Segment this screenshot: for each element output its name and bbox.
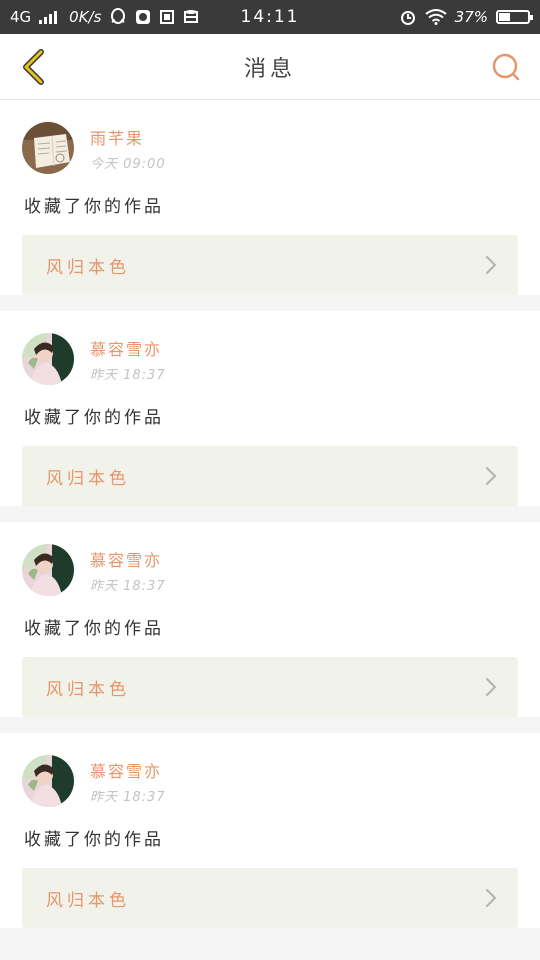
wifi-icon xyxy=(425,9,447,25)
username[interactable]: 雨芊果 xyxy=(90,125,166,149)
status-right: 37% xyxy=(399,8,533,26)
message-meta: 慕容雪亦 昨天 18:37 xyxy=(90,336,166,383)
network-label: 4G xyxy=(10,8,32,26)
storage-icon xyxy=(183,9,199,25)
chevron-right-icon xyxy=(485,466,497,486)
header: 消息 xyxy=(0,34,540,100)
avatar[interactable] xyxy=(22,755,74,807)
status-bar: 4G 0K/s 14:11 37% xyxy=(0,0,540,34)
work-link[interactable]: 风归本色 xyxy=(22,446,518,506)
speed-label: 0K/s xyxy=(69,8,102,26)
back-button[interactable] xyxy=(14,47,54,87)
avatar-image xyxy=(22,544,74,596)
message-time: 昨天 18:37 xyxy=(90,789,166,805)
avatar-image xyxy=(22,755,74,807)
chevron-right-icon xyxy=(485,888,497,908)
message-list: 雨芊果 今天 09:00 收藏了你的作品 风归本色 慕容雪亦 昨天 18:37 … xyxy=(0,100,540,928)
search-icon xyxy=(492,53,520,80)
message-meta: 雨芊果 今天 09:00 xyxy=(90,125,166,172)
screenshot-icon xyxy=(159,9,175,25)
message-card-2: 慕容雪亦 昨天 18:37 收藏了你的作品 风归本色 xyxy=(0,311,540,506)
status-left: 4G 0K/s xyxy=(10,8,199,26)
username[interactable]: 慕容雪亦 xyxy=(90,758,166,782)
work-title: 风归本色 xyxy=(46,257,130,278)
message-action: 收藏了你的作品 xyxy=(24,830,164,850)
message-meta: 慕容雪亦 昨天 18:37 xyxy=(90,758,166,805)
avatar-image xyxy=(22,122,74,174)
message-header: 慕容雪亦 昨天 18:37 xyxy=(22,544,518,596)
clock: 14:11 xyxy=(240,7,300,27)
battery-icon xyxy=(496,10,533,24)
message-time: 昨天 18:37 xyxy=(90,578,166,594)
message-meta: 慕容雪亦 昨天 18:37 xyxy=(90,547,166,594)
message-action: 收藏了你的作品 xyxy=(24,408,164,428)
message-header: 慕容雪亦 昨天 18:37 xyxy=(22,333,518,385)
alarm-icon xyxy=(399,8,417,26)
message-header: 慕容雪亦 昨天 18:37 xyxy=(22,755,518,807)
message-card-4: 慕容雪亦 昨天 18:37 收藏了你的作品 风归本色 xyxy=(0,733,540,928)
app-icon xyxy=(135,9,151,25)
signal-icon xyxy=(39,10,61,24)
battery-percent: 37% xyxy=(454,8,488,26)
screen: 4G 0K/s 14:11 37% 消息 雨芊果 今天 09:00 收藏了你的作… xyxy=(0,0,540,960)
message-action: 收藏了你的作品 xyxy=(24,619,164,639)
work-link[interactable]: 风归本色 xyxy=(22,868,518,928)
message-header: 雨芊果 今天 09:00 xyxy=(22,122,518,174)
page-title: 消息 xyxy=(243,56,297,82)
search-button[interactable] xyxy=(486,47,526,87)
work-title: 风归本色 xyxy=(46,679,130,700)
avatar[interactable] xyxy=(22,544,74,596)
message-card-3: 慕容雪亦 昨天 18:37 收藏了你的作品 风归本色 xyxy=(0,522,540,717)
message-time: 昨天 18:37 xyxy=(90,367,166,383)
avatar[interactable] xyxy=(22,333,74,385)
avatar[interactable] xyxy=(22,122,74,174)
work-title: 风归本色 xyxy=(46,890,130,911)
work-link[interactable]: 风归本色 xyxy=(22,235,518,295)
work-title: 风归本色 xyxy=(46,468,130,489)
qq-icon xyxy=(109,8,127,26)
message-card-1: 雨芊果 今天 09:00 收藏了你的作品 风归本色 xyxy=(0,100,540,295)
message-action: 收藏了你的作品 xyxy=(24,197,164,217)
chevron-right-icon xyxy=(485,677,497,697)
back-arrow-icon xyxy=(23,48,44,85)
message-time: 今天 09:00 xyxy=(90,156,166,172)
username[interactable]: 慕容雪亦 xyxy=(90,547,166,571)
work-link[interactable]: 风归本色 xyxy=(22,657,518,717)
avatar-image xyxy=(22,333,74,385)
username[interactable]: 慕容雪亦 xyxy=(90,336,166,360)
chevron-right-icon xyxy=(485,255,497,275)
